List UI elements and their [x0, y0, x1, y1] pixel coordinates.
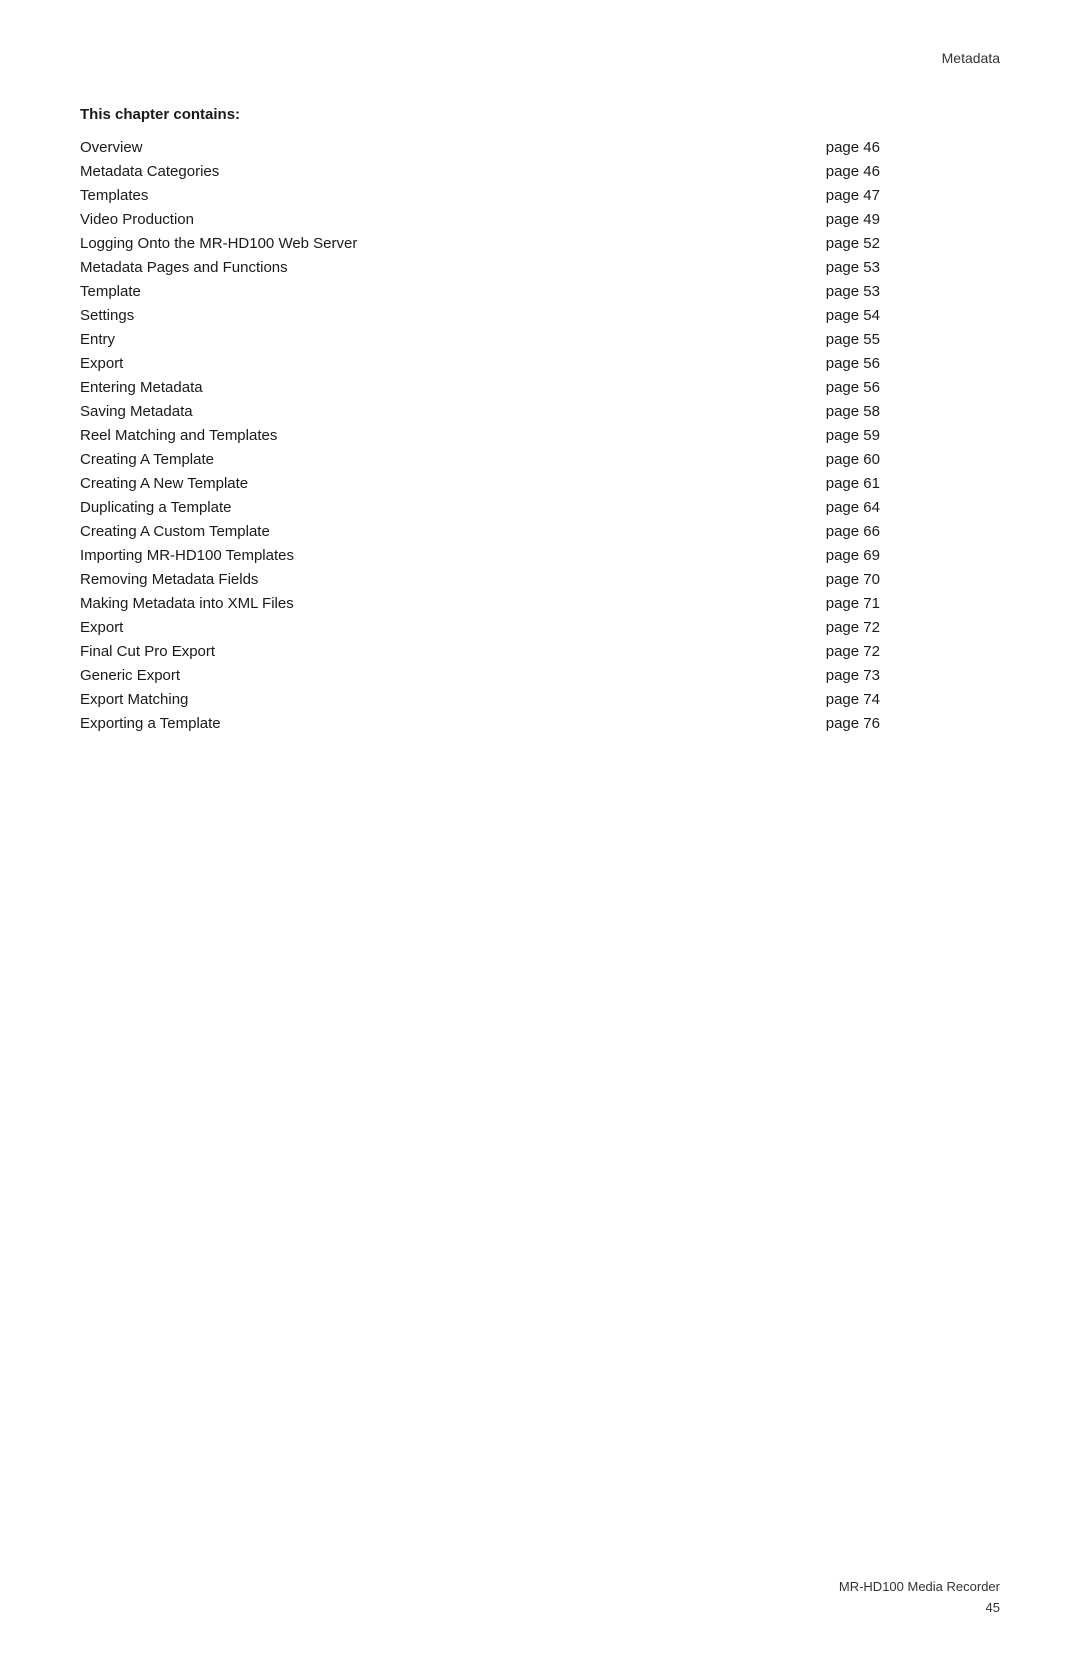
toc-entry-page: page 58 [806, 399, 1000, 423]
toc-entry-label: Metadata Categories [80, 159, 806, 183]
toc-entry-page: page 76 [806, 711, 1000, 735]
toc-row: Video Productionpage 49 [80, 207, 1000, 231]
toc-entry-label: Saving Metadata [80, 399, 806, 423]
toc-row: Exporting a Templatepage 76 [80, 711, 1000, 735]
toc-entry-label: Importing MR-HD100 Templates [80, 543, 806, 567]
toc-entry-page: page 72 [806, 615, 1000, 639]
footer-right: MR-HD100 Media Recorder 45 [839, 1577, 1000, 1619]
toc-entry-label: Generic Export [80, 663, 806, 687]
toc-entry-label: Creating A Template [80, 447, 806, 471]
toc-row: Settingspage 54 [80, 303, 1000, 327]
toc-entry-page: page 46 [806, 135, 1000, 159]
toc-entry-label: Entering Metadata [80, 375, 806, 399]
toc-entry-label: Duplicating a Template [80, 495, 806, 519]
toc-entry-label: Export [80, 615, 806, 639]
toc-row: Metadata Categoriespage 46 [80, 159, 1000, 183]
toc-row: Metadata Pages and Functionspage 53 [80, 255, 1000, 279]
page-header: Metadata [80, 50, 1000, 66]
toc-entry-page: page 53 [806, 279, 1000, 303]
toc-row: Logging Onto the MR-HD100 Web Serverpage… [80, 231, 1000, 255]
toc-entry-label: Logging Onto the MR-HD100 Web Server [80, 231, 806, 255]
toc-entry-page: page 47 [806, 183, 1000, 207]
toc-entry-label: Metadata Pages and Functions [80, 255, 806, 279]
toc-entry-page: page 70 [806, 567, 1000, 591]
toc-entry-page: page 72 [806, 639, 1000, 663]
toc-entry-label: Exporting a Template [80, 711, 806, 735]
toc-entry-label: Final Cut Pro Export [80, 639, 806, 663]
toc-entry-page: page 49 [806, 207, 1000, 231]
toc-entry-page: page 61 [806, 471, 1000, 495]
toc-entry-page: page 64 [806, 495, 1000, 519]
footer-product: MR-HD100 Media Recorder [839, 1577, 1000, 1598]
toc-entry-page: page 56 [806, 375, 1000, 399]
toc-row: Duplicating a Templatepage 64 [80, 495, 1000, 519]
toc-entry-label: Overview [80, 135, 806, 159]
toc-row: Entering Metadatapage 56 [80, 375, 1000, 399]
toc-entry-page: page 54 [806, 303, 1000, 327]
toc-table: Overviewpage 46Metadata Categoriespage 4… [80, 135, 1000, 735]
toc-entry-label: Settings [80, 303, 806, 327]
footer-page-number: 45 [839, 1598, 1000, 1619]
toc-row: Creating A Custom Templatepage 66 [80, 519, 1000, 543]
toc-entry-label: Template [80, 279, 806, 303]
toc-row: Reel Matching and Templatespage 59 [80, 423, 1000, 447]
toc-entry-page: page 59 [806, 423, 1000, 447]
toc-row: Importing MR-HD100 Templatespage 69 [80, 543, 1000, 567]
toc-entry-label: Reel Matching and Templates [80, 423, 806, 447]
toc-entry-label: Creating A Custom Template [80, 519, 806, 543]
toc-row: Removing Metadata Fieldspage 70 [80, 567, 1000, 591]
toc-entry-label: Entry [80, 327, 806, 351]
header-title: Metadata [942, 50, 1000, 66]
toc-row: Making Metadata into XML Filespage 71 [80, 591, 1000, 615]
toc-row: Export Matchingpage 74 [80, 687, 1000, 711]
toc-entry-page: page 56 [806, 351, 1000, 375]
toc-row: Final Cut Pro Exportpage 72 [80, 639, 1000, 663]
toc-row: Exportpage 56 [80, 351, 1000, 375]
toc-entry-page: page 71 [806, 591, 1000, 615]
toc-entry-label: Creating A New Template [80, 471, 806, 495]
toc-row: Templatepage 53 [80, 279, 1000, 303]
toc-entry-label: Making Metadata into XML Files [80, 591, 806, 615]
toc-row: Overviewpage 46 [80, 135, 1000, 159]
toc-row: Saving Metadatapage 58 [80, 399, 1000, 423]
toc-entry-label: Templates [80, 183, 806, 207]
toc-row: Creating A New Templatepage 61 [80, 471, 1000, 495]
toc-entry-label: Export [80, 351, 806, 375]
toc-entry-label: Removing Metadata Fields [80, 567, 806, 591]
toc-entry-page: page 46 [806, 159, 1000, 183]
page-footer: MR-HD100 Media Recorder 45 [80, 1577, 1000, 1619]
toc-entry-page: page 69 [806, 543, 1000, 567]
toc-entry-page: page 55 [806, 327, 1000, 351]
chapter-contains-label: This chapter contains: [80, 106, 1000, 123]
page-container: Metadata This chapter contains: Overview… [0, 0, 1080, 1669]
toc-row: Generic Exportpage 73 [80, 663, 1000, 687]
toc-row: Exportpage 72 [80, 615, 1000, 639]
toc-entry-page: page 53 [806, 255, 1000, 279]
toc-entry-page: page 73 [806, 663, 1000, 687]
toc-entry-page: page 60 [806, 447, 1000, 471]
toc-row: Templatespage 47 [80, 183, 1000, 207]
toc-entry-page: page 66 [806, 519, 1000, 543]
toc-row: Creating A Templatepage 60 [80, 447, 1000, 471]
toc-entry-page: page 52 [806, 231, 1000, 255]
toc-entry-label: Export Matching [80, 687, 806, 711]
toc-entry-page: page 74 [806, 687, 1000, 711]
toc-entry-label: Video Production [80, 207, 806, 231]
toc-row: Entrypage 55 [80, 327, 1000, 351]
